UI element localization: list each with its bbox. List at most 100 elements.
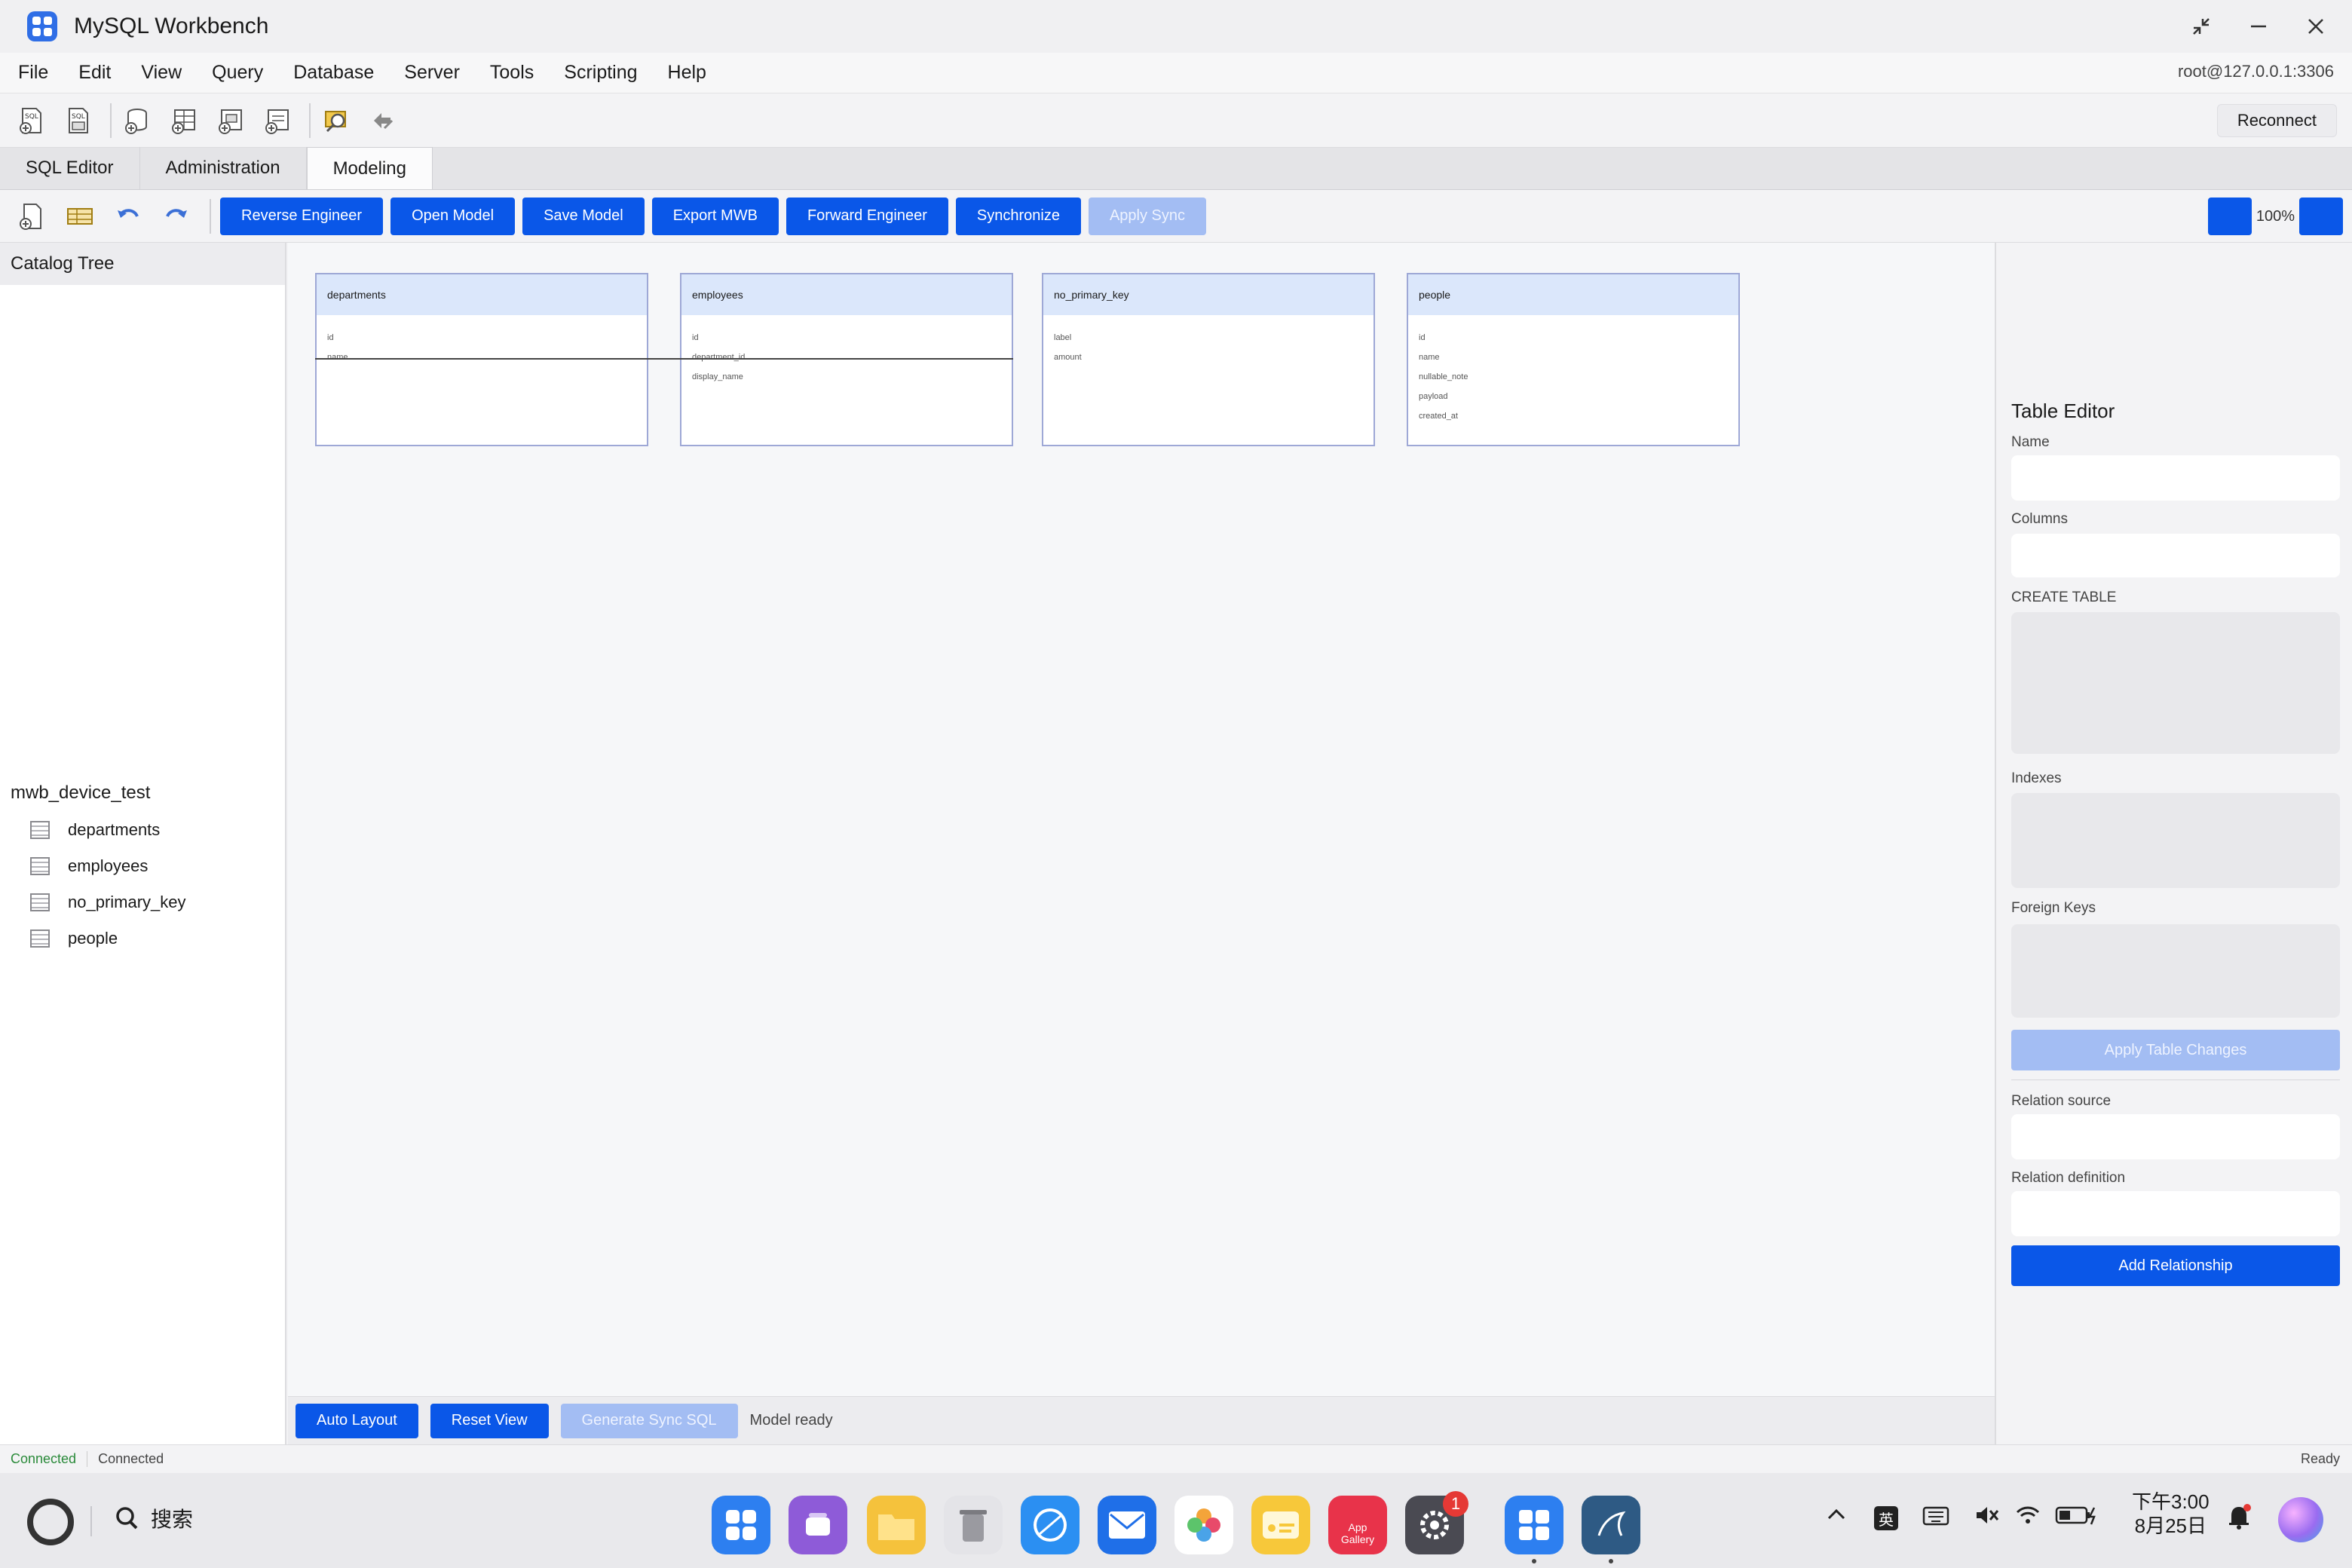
wifi-icon[interactable]: [2014, 1503, 2041, 1533]
entity-column: name: [327, 353, 348, 362]
menu-help[interactable]: Help: [653, 62, 721, 84]
entity-departments[interactable]: departments id name: [315, 273, 648, 446]
restore-icon[interactable]: [2188, 13, 2215, 40]
connection-label: root@127.0.0.1:3306: [2177, 62, 2334, 81]
create-table-icon[interactable]: [167, 104, 201, 137]
entity-column: id: [692, 333, 699, 342]
zoom-in-button[interactable]: [2299, 198, 2343, 235]
new-model-icon[interactable]: [15, 200, 48, 233]
reset-view-button[interactable]: Reset View: [430, 1403, 549, 1438]
multitask-app-icon[interactable]: [789, 1496, 847, 1554]
settings-app-icon[interactable]: 1: [1405, 1491, 1468, 1554]
reverse-engineer-button[interactable]: Reverse Engineer: [220, 197, 384, 235]
entity-employees[interactable]: employees id department_id display_name: [680, 273, 1013, 446]
export-mwb-button[interactable]: Export MWB: [651, 197, 779, 235]
photos-app-icon[interactable]: [1174, 1496, 1233, 1554]
entity-no-primary-key[interactable]: no_primary_key label amount: [1042, 273, 1375, 446]
files-app-icon[interactable]: [867, 1496, 926, 1554]
zoom-out-button[interactable]: [2207, 198, 2252, 235]
notes-app-icon[interactable]: [1251, 1496, 1310, 1554]
tab-sql-editor[interactable]: SQL Editor: [0, 147, 140, 189]
reconnect-icon[interactable]: [366, 104, 400, 137]
add-table-icon[interactable]: [63, 200, 96, 233]
menu-edit[interactable]: Edit: [63, 62, 126, 84]
open-model-button[interactable]: Open Model: [390, 197, 516, 235]
entity-column: id: [1419, 333, 1426, 342]
foreign-keys-label: Foreign Keys: [2011, 900, 2096, 916]
columns-label: Columns: [2011, 511, 2068, 527]
main-toolbar: SQL SQL Reconnect: [0, 93, 2352, 148]
generate-sync-sql-button[interactable]: Generate Sync SQL: [560, 1403, 738, 1438]
menu-scripting[interactable]: Scripting: [549, 62, 652, 84]
tab-modeling[interactable]: Modeling: [306, 147, 433, 189]
menu-query[interactable]: Query: [197, 62, 278, 84]
keyboard-icon[interactable]: [1922, 1503, 1949, 1533]
create-view-icon[interactable]: [214, 104, 247, 137]
launcher-app-icon[interactable]: [712, 1496, 770, 1554]
menu-bar: File Edit View Query Database Server Too…: [0, 53, 2352, 93]
app-gallery-icon[interactable]: App Gallery: [1328, 1496, 1387, 1554]
name-field[interactable]: [2011, 455, 2340, 501]
forward-engineer-button[interactable]: Forward Engineer: [786, 197, 948, 235]
schema-node[interactable]: mwb_device_test: [11, 782, 150, 804]
entity-column: id: [327, 333, 334, 342]
mysql-workbench-dolphin-icon[interactable]: [1582, 1496, 1640, 1554]
notification-bell-icon[interactable]: [2225, 1503, 2252, 1536]
save-model-button[interactable]: Save Model: [522, 197, 645, 235]
entity-people[interactable]: people id name nullable_note payload cre…: [1407, 273, 1740, 446]
table-icon: [30, 821, 50, 839]
undo-icon[interactable]: [112, 200, 145, 233]
browser-app-icon[interactable]: [1021, 1496, 1080, 1554]
notification-badge: 1: [1443, 1491, 1468, 1517]
create-schema-icon[interactable]: [121, 104, 154, 137]
relation-source-field[interactable]: [2011, 1114, 2340, 1159]
tray-expand-icon[interactable]: [1824, 1503, 1848, 1533]
redo-icon[interactable]: [160, 200, 193, 233]
volume-muted-icon[interactable]: [1974, 1503, 2001, 1533]
open-sql-script-icon[interactable]: SQL: [62, 104, 95, 137]
tree-item-departments[interactable]: departments: [30, 820, 160, 840]
table-icon: [30, 893, 50, 911]
trash-app-icon[interactable]: [944, 1496, 1003, 1554]
menu-file[interactable]: File: [0, 62, 63, 84]
new-sql-tab-icon[interactable]: SQL: [15, 104, 48, 137]
indexes-area[interactable]: [2011, 793, 2340, 888]
menu-database[interactable]: Database: [278, 62, 389, 84]
mail-app-icon[interactable]: [1098, 1496, 1156, 1554]
foreign-keys-area[interactable]: [2011, 924, 2340, 1018]
start-button[interactable]: [27, 1499, 74, 1545]
synchronize-button[interactable]: Synchronize: [955, 197, 1081, 235]
menu-server[interactable]: Server: [389, 62, 475, 84]
columns-field[interactable]: [2011, 534, 2340, 577]
tab-administration[interactable]: Administration: [140, 147, 307, 189]
close-icon[interactable]: [2302, 13, 2329, 40]
create-table-area[interactable]: [2011, 612, 2340, 754]
battery-icon[interactable]: [2055, 1503, 2100, 1533]
zoom-level: 100%: [2256, 207, 2295, 225]
assistant-orb-icon[interactable]: [2278, 1497, 2323, 1542]
create-procedure-icon[interactable]: [261, 104, 294, 137]
relation-definition-field[interactable]: [2011, 1191, 2340, 1236]
model-canvas[interactable]: departments id name employees id departm…: [288, 243, 1995, 1396]
apply-sync-button[interactable]: Apply Sync: [1088, 197, 1207, 235]
tree-item-employees[interactable]: employees: [30, 856, 148, 876]
entity-column: department_id: [692, 353, 746, 362]
ime-indicator[interactable]: 英: [1874, 1506, 1898, 1530]
auto-layout-button[interactable]: Auto Layout: [296, 1403, 418, 1438]
workbench-taskbar-icon[interactable]: [1505, 1496, 1563, 1554]
apply-table-changes-button[interactable]: Apply Table Changes: [2011, 1030, 2340, 1070]
catalog-tree-header: Catalog Tree: [0, 243, 285, 285]
taskbar-clock[interactable]: 下午3:00 8月25日: [2132, 1490, 2210, 1538]
menu-view[interactable]: View: [126, 62, 197, 84]
search-data-icon[interactable]: [320, 104, 353, 137]
tree-item-no-primary-key[interactable]: no_primary_key: [30, 893, 186, 912]
add-relationship-button[interactable]: Add Relationship: [2011, 1245, 2340, 1286]
entity-title: no_primary_key: [1043, 274, 1374, 315]
taskbar-search[interactable]: 搜索: [113, 1503, 193, 1533]
reconnect-button[interactable]: Reconnect: [2216, 104, 2337, 137]
menu-tools[interactable]: Tools: [475, 62, 549, 84]
tree-item-people[interactable]: people: [30, 929, 118, 948]
relationship-line[interactable]: [315, 358, 1013, 360]
minimize-icon[interactable]: [2245, 13, 2272, 40]
app-gallery-label: App Gallery: [1340, 1521, 1375, 1545]
